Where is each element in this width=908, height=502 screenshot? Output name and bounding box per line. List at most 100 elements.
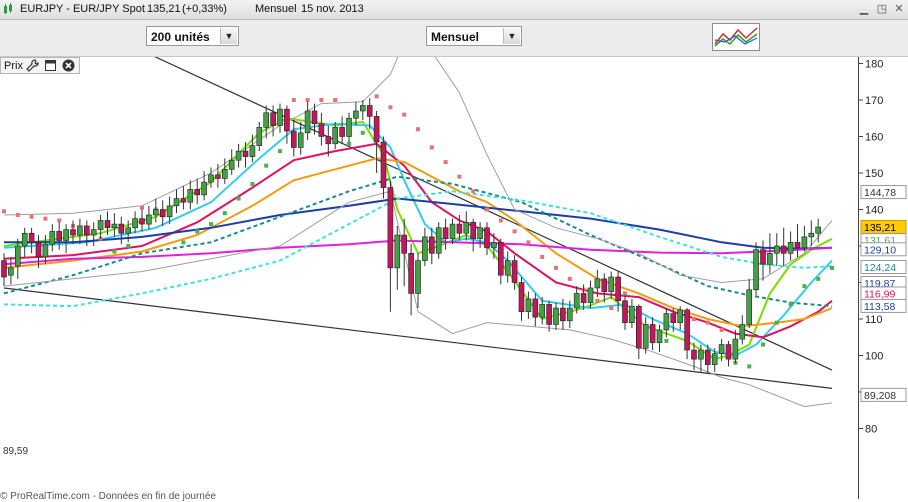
candle[interactable] [208, 167, 214, 188]
window-icon[interactable] [44, 59, 57, 72]
candle[interactable] [635, 304, 642, 360]
candle[interactable] [546, 300, 552, 332]
sar-dot [360, 130, 365, 135]
candle[interactable] [808, 220, 815, 246]
candle[interactable] [339, 116, 345, 144]
candle[interactable] [725, 340, 732, 367]
candle[interactable] [173, 189, 180, 214]
sar-dot [222, 211, 227, 216]
candle[interactable] [422, 227, 428, 267]
candle[interactable] [56, 222, 63, 250]
price-label: 129,10 [860, 242, 907, 257]
price-chart[interactable] [0, 57, 858, 462]
candle[interactable] [35, 235, 42, 268]
candle[interactable] [649, 317, 656, 351]
candle[interactable] [656, 324, 663, 352]
candle[interactable] [146, 205, 152, 230]
candle[interactable] [277, 103, 283, 133]
candle[interactable] [504, 251, 511, 283]
candle[interactable] [139, 209, 145, 232]
y-tick-label: 110 [865, 314, 883, 326]
candle[interactable] [394, 225, 401, 290]
candle[interactable] [284, 105, 290, 144]
candle[interactable] [77, 218, 83, 245]
candle[interactable] [235, 143, 242, 168]
sar-dot [540, 254, 545, 259]
candle[interactable] [787, 231, 794, 261]
candle[interactable] [8, 256, 14, 285]
candle[interactable] [256, 121, 263, 152]
candle[interactable] [90, 222, 97, 246]
candle[interactable] [435, 222, 442, 259]
candle[interactable] [21, 227, 28, 257]
sar-dot [457, 174, 462, 179]
candle[interactable] [684, 308, 690, 360]
candle[interactable] [118, 216, 125, 245]
candle[interactable] [739, 315, 746, 345]
candle[interactable] [28, 227, 35, 254]
candle[interactable] [346, 112, 352, 142]
candle[interactable] [767, 233, 773, 274]
candle[interactable] [159, 200, 166, 226]
sar-dot [195, 229, 200, 234]
units-select-value: 200 unités [151, 30, 210, 44]
candle[interactable] [753, 242, 759, 296]
candle[interactable] [408, 244, 414, 316]
candle[interactable] [415, 253, 421, 309]
candle[interactable] [387, 180, 394, 312]
candle[interactable] [132, 211, 138, 234]
candlestick-app-icon [4, 3, 12, 14]
candle[interactable] [359, 100, 366, 121]
candle[interactable] [801, 225, 808, 252]
sar-dot [719, 327, 724, 332]
candle[interactable] [194, 178, 200, 205]
candle[interactable] [760, 240, 766, 281]
units-select[interactable]: 200 unités ▼ [146, 26, 239, 46]
candle[interactable] [773, 233, 780, 267]
candle[interactable] [525, 291, 532, 319]
candle[interactable] [553, 302, 559, 330]
candle[interactable] [290, 120, 297, 157]
restore-icon[interactable]: ◳ [876, 3, 888, 15]
candle[interactable] [373, 110, 380, 173]
sar-dot [816, 276, 821, 281]
candle[interactable] [470, 218, 477, 252]
candle[interactable] [187, 180, 194, 210]
candle[interactable] [97, 214, 104, 239]
candle[interactable] [318, 112, 325, 146]
candle[interactable] [497, 238, 504, 285]
wrench-icon[interactable] [26, 59, 39, 72]
candle[interactable] [428, 227, 435, 265]
candle[interactable] [153, 198, 159, 223]
sar-dot [236, 196, 241, 201]
candle[interactable] [49, 224, 56, 252]
svg-text:116,99: 116,99 [864, 288, 895, 300]
candle[interactable] [380, 136, 387, 199]
candle[interactable] [732, 329, 739, 363]
indicators-button[interactable] [712, 23, 760, 51]
price-label: 113,58 [860, 298, 907, 313]
candle[interactable] [228, 149, 235, 175]
candle[interactable] [642, 317, 649, 354]
chevron-down-icon[interactable]: ▼ [503, 28, 520, 44]
candle[interactable] [794, 224, 801, 257]
candle[interactable] [304, 101, 311, 141]
candle[interactable] [297, 121, 304, 155]
candle[interactable] [532, 293, 539, 327]
candle[interactable] [677, 306, 684, 330]
close-window-icon[interactable]: ✕ [893, 3, 905, 15]
y-tick-label: 140 [865, 205, 883, 217]
close-chart-icon[interactable] [62, 59, 75, 72]
candle[interactable] [518, 277, 525, 321]
candle[interactable] [484, 222, 490, 256]
candle[interactable] [746, 278, 753, 329]
candle[interactable] [780, 227, 787, 267]
candle[interactable] [629, 298, 635, 329]
chevron-down-icon[interactable]: ▼ [220, 28, 237, 44]
sar-dot [250, 181, 255, 186]
period-select[interactable]: Mensuel ▼ [426, 26, 522, 46]
minimize-icon[interactable]: ▁ [858, 3, 870, 15]
candle[interactable] [622, 295, 628, 330]
candle[interactable] [63, 224, 69, 254]
candle[interactable] [111, 213, 118, 237]
